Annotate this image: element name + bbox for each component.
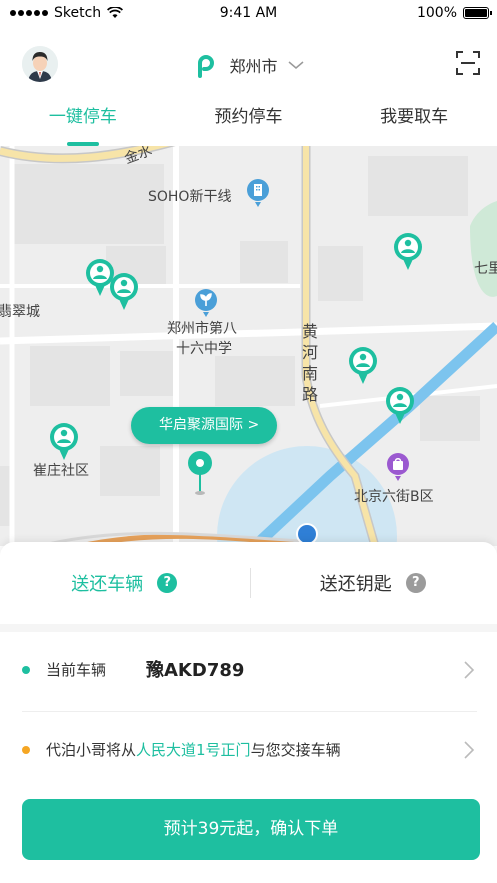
map-label: 郑州市第八 bbox=[167, 321, 237, 337]
valet-driver-pin-icon[interactable] bbox=[108, 272, 140, 312]
license-plate: 豫AKD789 bbox=[146, 660, 245, 681]
parking-logo-icon bbox=[198, 55, 215, 78]
tab-reserve-parking[interactable]: 预约停车 bbox=[166, 92, 332, 146]
location-pin-icon bbox=[188, 451, 212, 495]
battery-percent: 100% bbox=[416, 5, 457, 21]
selected-location-callout[interactable]: 华启聚源国际 > bbox=[131, 407, 278, 444]
valet-driver-pin-icon[interactable] bbox=[392, 232, 424, 272]
map-view[interactable]: 金水 SOHO新干线 翡翠城 郑州市第八 十六中学 黄 河 南 路 崔庄社区 北… bbox=[0, 146, 497, 546]
app-header: 郑州市 bbox=[0, 40, 497, 90]
help-icon[interactable]: ? bbox=[405, 573, 426, 593]
segment-label: 送还车辆 bbox=[71, 574, 144, 595]
valet-driver-pin-icon[interactable] bbox=[384, 386, 416, 426]
handover-place: 人民大道1号正门 bbox=[136, 741, 251, 759]
handover-text: 代泊小哥将从人民大道1号正门与您交接车辆 bbox=[46, 739, 341, 760]
handover-location-row[interactable]: 代泊小哥将从人民大道1号正门与您交接车辆 bbox=[0, 710, 497, 790]
school-icon bbox=[195, 289, 217, 317]
order-sheet: 送还车辆 ? 送还钥匙 ? 当前车辆 豫AKD789 代泊小哥将从人民大道1号正… bbox=[0, 542, 497, 883]
map-label: 北京六街B区 bbox=[354, 489, 434, 505]
handover-prefix: 代泊小哥将从 bbox=[46, 741, 137, 759]
delivery-type-segment: 送还车辆 ? 送还钥匙 ? bbox=[0, 542, 497, 624]
shopping-bag-icon bbox=[387, 453, 409, 481]
city-label: 郑州市 bbox=[229, 57, 278, 76]
chevron-right-icon bbox=[464, 661, 475, 679]
tab-label: 预约停车 bbox=[214, 107, 283, 127]
segment-label: 送还钥匙 bbox=[319, 574, 392, 595]
status-dot bbox=[22, 666, 30, 674]
segment-return-vehicle[interactable]: 送还车辆 ? bbox=[0, 542, 249, 624]
battery-icon bbox=[463, 7, 492, 19]
confirm-order-button[interactable]: 预计39元起，确认下单 bbox=[22, 799, 480, 860]
valet-driver-pin-icon[interactable] bbox=[48, 422, 80, 462]
status-dot bbox=[22, 746, 30, 754]
help-icon[interactable]: ? bbox=[157, 573, 178, 593]
valet-driver-pin-icon[interactable] bbox=[347, 346, 379, 386]
handover-suffix: 与您交接车辆 bbox=[250, 741, 341, 759]
tab-label: 一键停车 bbox=[48, 107, 117, 127]
parking-mode-tabs: 一键停车 预约停车 我要取车 bbox=[0, 92, 497, 146]
segment-divider bbox=[250, 568, 251, 598]
map-label: 崔庄社区 bbox=[33, 463, 89, 479]
road-label: 路 bbox=[302, 385, 319, 404]
tab-pick-up-car[interactable]: 我要取车 bbox=[331, 92, 497, 146]
map-label: SOHO新干线 bbox=[148, 189, 232, 205]
city-selector[interactable]: 郑州市 bbox=[0, 52, 497, 78]
map-label: 七里 bbox=[474, 261, 497, 277]
current-vehicle-row[interactable]: 当前车辆 豫AKD789 bbox=[0, 630, 497, 710]
map-label: 翡翠城 bbox=[0, 304, 40, 320]
chevron-right-icon bbox=[464, 741, 475, 759]
tab-label: 我要取车 bbox=[380, 107, 449, 127]
current-vehicle-label: 当前车辆 bbox=[46, 661, 107, 679]
map-label: 十六中学 bbox=[176, 341, 232, 357]
segment-return-key[interactable]: 送还钥匙 ? bbox=[249, 542, 497, 624]
chevron-down-icon bbox=[288, 61, 303, 69]
office-building-icon bbox=[247, 179, 269, 207]
battery-group: 100% bbox=[416, 5, 492, 21]
status-bar: Sketch 9:41 AM 100% bbox=[0, 0, 497, 28]
tab-one-click-parking[interactable]: 一键停车 bbox=[0, 92, 166, 146]
scan-icon[interactable] bbox=[455, 50, 481, 76]
